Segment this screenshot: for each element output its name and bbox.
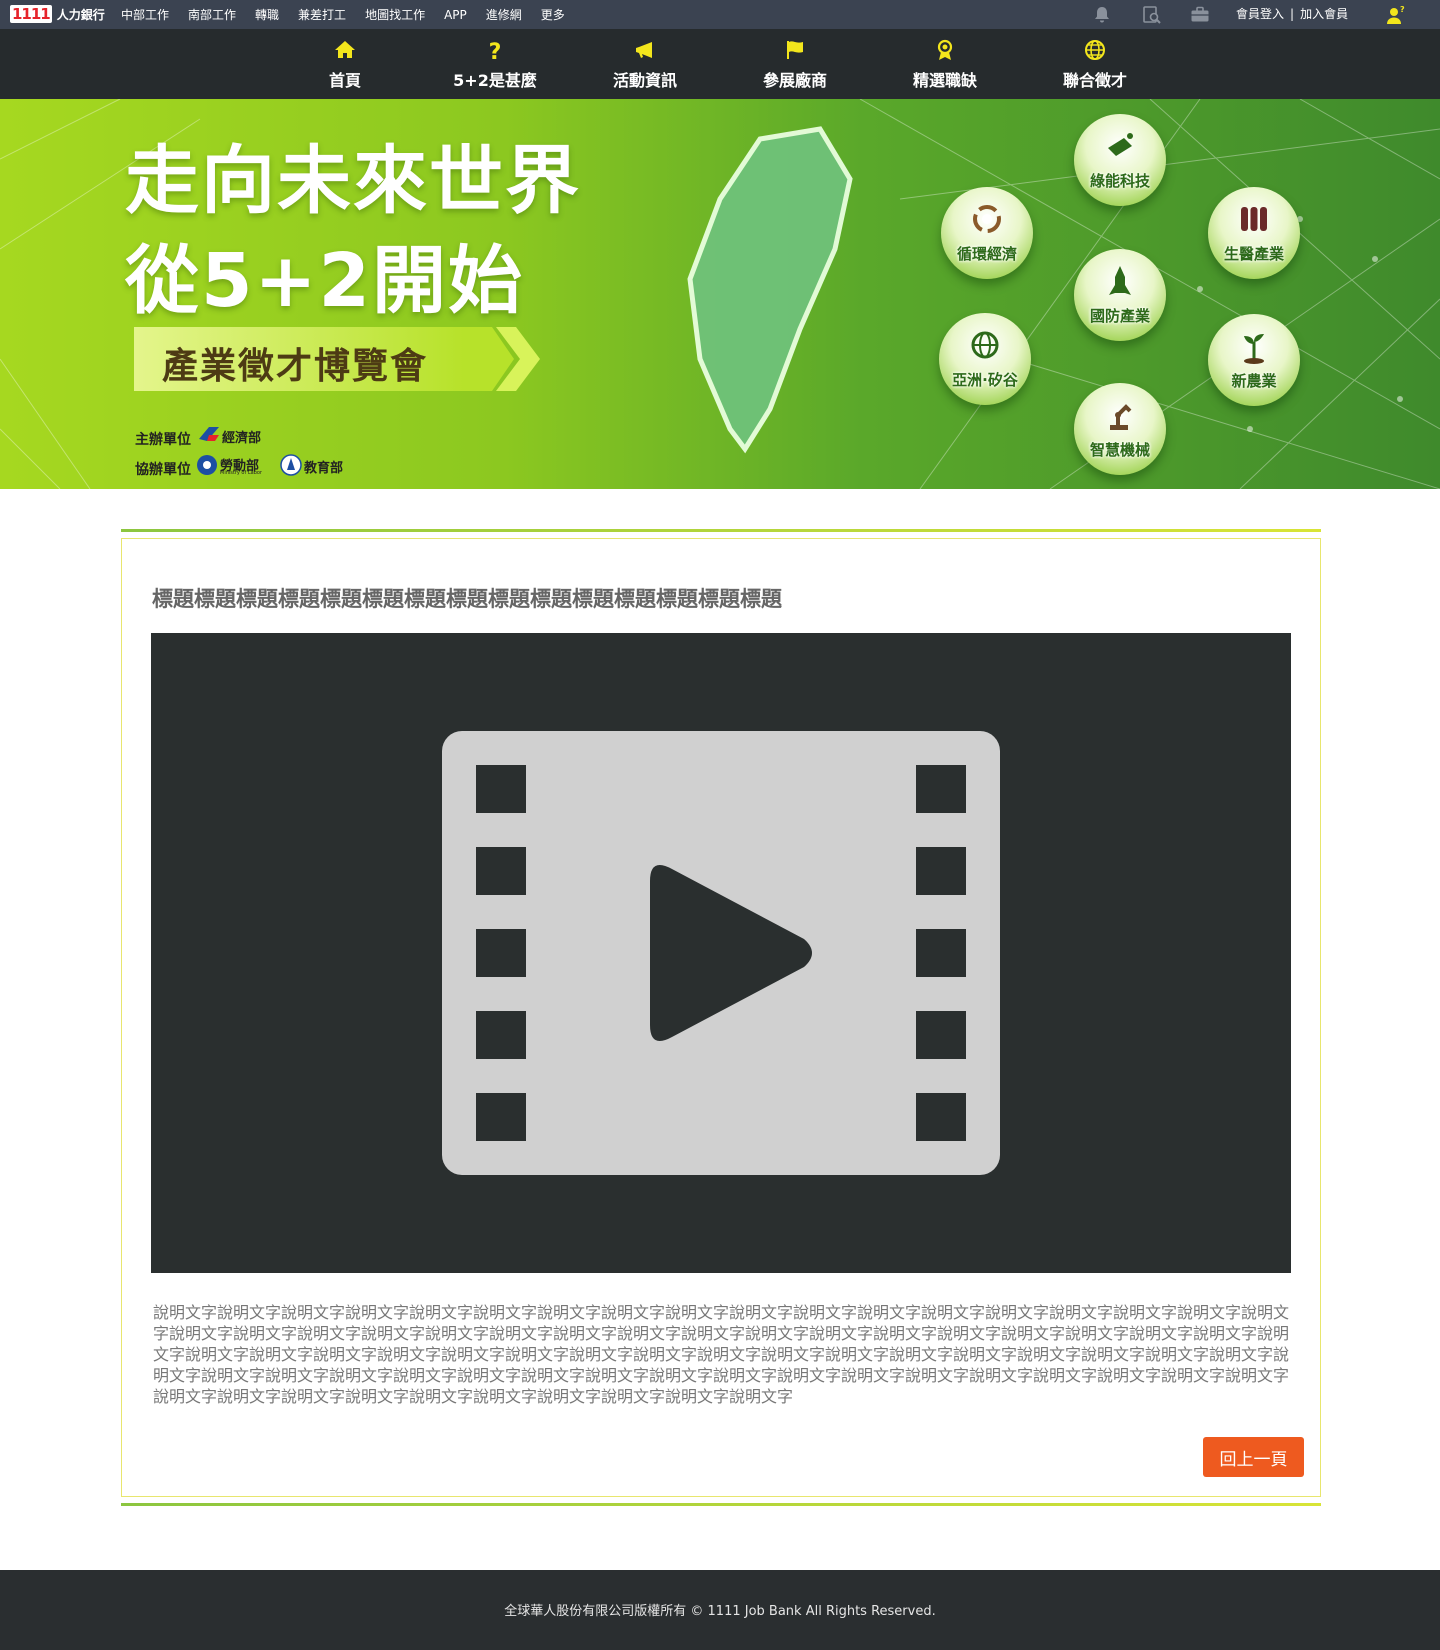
search-document-icon[interactable] (1142, 5, 1162, 25)
toplink-part-time[interactable]: 兼差打工 (298, 6, 346, 23)
nav-what-is-5plus2-label: 5+2是甚麼 (453, 71, 537, 90)
nav-event-info[interactable]: 活動資訊 (570, 29, 720, 99)
content-card: 標題標題標題標題標題標題標題標題標題標題標題標題標題標題標題 說明文字說明文字說… (121, 538, 1321, 1497)
register-link[interactable]: 加入會員 (1300, 7, 1348, 21)
article-title: 標題標題標題標題標題標題標題標題標題標題標題標題標題標題標題 (152, 587, 782, 611)
video-player[interactable] (151, 633, 1291, 1273)
nav-joint-recruitment-label: 聯合徵才 (1062, 71, 1127, 90)
toplink-south-jobs[interactable]: 南部工作 (188, 6, 236, 23)
sprout-icon (1244, 334, 1264, 364)
industry-label: 綠能科技 (1089, 172, 1150, 190)
co-organizer-education: 教育部 (304, 461, 344, 476)
industry-asia-silicon-valley[interactable]: 亞洲·矽谷 (939, 313, 1031, 405)
hero-banner: 走向未來世界 從5+2開始 產業徵才博覽會 主辦單位 經濟部 協辦單位 勞動部 … (0, 99, 1440, 489)
ministry-of-education-logo-icon (280, 454, 302, 476)
nav-home-label: 首頁 (328, 71, 361, 90)
industry-circular-economy[interactable]: 循環經濟 (941, 187, 1033, 279)
organizer-label: 主辦單位 (135, 432, 191, 448)
login-link[interactable]: 會員登入 (1236, 7, 1284, 21)
home-icon (335, 41, 355, 58)
svg-text:?: ? (1400, 5, 1405, 14)
industry-label: 亞洲·矽谷 (952, 371, 1018, 389)
industry-label: 循環經濟 (956, 245, 1017, 263)
back-button[interactable]: 回上一頁 (1203, 1437, 1304, 1477)
banner-ribbon-text: 產業徵才博覽會 (162, 346, 429, 387)
industry-smart-machinery[interactable]: 智慧機械 (1074, 383, 1166, 475)
site-logo[interactable]: 1111 人力銀行 (10, 4, 105, 24)
ribbon-arrows (464, 327, 540, 391)
globe-icon (1085, 40, 1105, 60)
question-icon: ? (489, 40, 502, 62)
globe-icon (971, 331, 999, 359)
award-icon (937, 39, 953, 60)
copyright-text: 全球華人股份有限公司版權所有 © 1111 Job Bank All Right… (504, 1604, 936, 1619)
film-play-icon (442, 731, 1000, 1175)
recycle-icon (973, 205, 1001, 233)
nav-featured-jobs-label: 精選職缺 (912, 71, 977, 90)
nav-exhibitors-label: 參展廠商 (762, 71, 827, 90)
article-description: 說明文字說明文字說明文字說明文字說明文字說明文字說明文字說明文字說明文字說明文字… (153, 1303, 1290, 1406)
member-links: 會員登入 | 加入會員 (1236, 0, 1348, 29)
nav-featured-jobs[interactable]: 精選職缺 (870, 29, 1020, 99)
logo-number: 1111 (10, 5, 52, 23)
nav-what-is-5plus2[interactable]: ? 5+2是甚麼 (420, 29, 570, 99)
industry-biomedical[interactable]: 生醫產業 (1208, 187, 1300, 279)
industry-label: 國防產業 (1089, 307, 1150, 325)
member-separator: | (1290, 7, 1295, 21)
robot-arm-icon (1110, 404, 1132, 430)
toplink-map-search[interactable]: 地圖找工作 (365, 6, 425, 23)
nav-exhibitors[interactable]: 參展廠商 (720, 29, 870, 99)
industry-new-agriculture[interactable]: 新農業 (1208, 314, 1300, 406)
organizer-name: 經濟部 (222, 431, 262, 446)
briefcase-icon[interactable] (1190, 5, 1210, 25)
toplink-career-change[interactable]: 轉職 (255, 6, 279, 23)
taiwan-map-shape (687, 126, 853, 454)
logo-text: 人力銀行 (56, 7, 105, 22)
toplink-central-jobs[interactable]: 中部工作 (121, 6, 169, 23)
content-top-divider (121, 529, 1321, 532)
industry-label: 智慧機械 (1089, 441, 1150, 459)
main-navigation: 首頁 ? 5+2是甚麼 活動資訊 參展廠商 精選職缺 聯合徵才 (0, 29, 1440, 99)
svg-text:?: ? (489, 40, 502, 62)
co-organizer-labor-subtitle: Ministry of Labor (220, 470, 262, 476)
content-bottom-divider (121, 1503, 1321, 1506)
banner-headline-1: 走向未來世界 (125, 138, 581, 224)
industry-label: 生醫產業 (1223, 245, 1284, 263)
nav-home[interactable]: 首頁 (270, 29, 420, 99)
industry-defense[interactable]: 國防產業 (1074, 249, 1166, 341)
moea-logo-icon (199, 427, 219, 441)
toplink-app[interactable]: APP (444, 8, 467, 22)
megaphone-icon (636, 42, 652, 58)
top-utility-bar: 1111 人力銀行 中部工作 南部工作 轉職 兼差打工 地圖找工作 APP 進修… (0, 0, 1440, 29)
test-tubes-icon (1241, 207, 1267, 231)
footer: 全球華人股份有限公司版權所有 © 1111 Job Bank All Right… (0, 1570, 1440, 1650)
top-links: 中部工作 南部工作 轉職 兼差打工 地圖找工作 APP 進修網 更多 (121, 0, 584, 29)
nav-joint-recruitment[interactable]: 聯合徵才 (1020, 29, 1170, 99)
flag-icon (787, 41, 803, 59)
toplink-more[interactable]: 更多 (541, 6, 565, 23)
co-organizer-label: 協辦單位 (135, 462, 191, 478)
toplink-education[interactable]: 進修網 (486, 6, 522, 23)
bell-icon[interactable] (1092, 5, 1112, 25)
ministry-of-labor-logo-icon (197, 455, 217, 475)
rocket-icon (1109, 266, 1131, 295)
nav-event-info-label: 活動資訊 (612, 71, 677, 90)
banner-headline-2: 從5+2開始 (125, 238, 524, 324)
industry-green-energy[interactable]: 綠能科技 (1074, 114, 1166, 206)
solar-panel-icon (1108, 133, 1133, 156)
user-help-icon[interactable]: ? (1386, 5, 1406, 25)
industry-label: 新農業 (1231, 372, 1277, 390)
